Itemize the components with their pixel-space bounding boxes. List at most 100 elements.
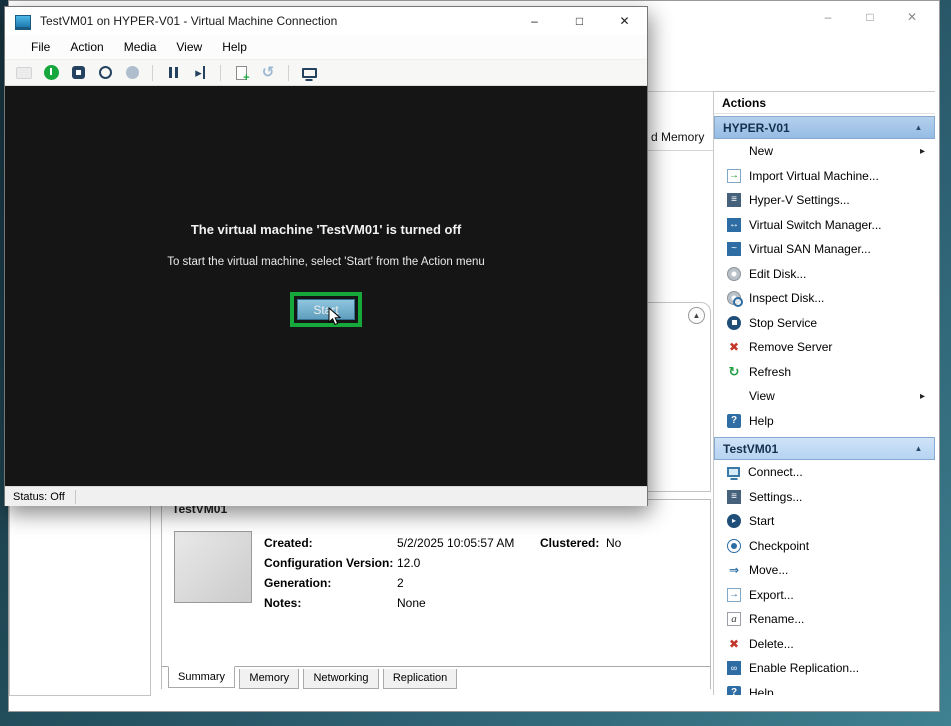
stop-service-icon (727, 316, 741, 330)
remove-server-icon: ✖ (727, 340, 741, 354)
toolbar-separator (220, 65, 221, 81)
tab-summary[interactable]: Summary (168, 666, 235, 688)
action-item-enable-replication[interactable]: ∞ Enable Replication... (714, 656, 935, 681)
move-icon: ⇒ (727, 563, 741, 577)
config-version-value: 12.0 (397, 556, 420, 572)
vm-status-bar: Status: Off (5, 486, 647, 506)
power-on-icon[interactable] (42, 64, 60, 82)
pause-icon[interactable] (164, 64, 182, 82)
vm-toolbar: ▸ ↺ (5, 59, 647, 86)
export-icon: → (727, 588, 741, 602)
window-title: TestVM01 on HYPER-V01 - Virtual Machine … (40, 14, 337, 28)
vm-title-bar[interactable]: TestVM01 on HYPER-V01 - Virtual Machine … (5, 7, 647, 35)
menu-media[interactable]: Media (114, 40, 167, 54)
group-header-label: TestVM01 (723, 442, 778, 456)
notes-value: None (397, 596, 426, 612)
actions-group-header-hyperv01[interactable]: HYPER-V01 ▲ (714, 116, 935, 139)
chevron-up-icon[interactable]: ▲ (911, 441, 926, 456)
close-icon[interactable]: ✕ (602, 7, 647, 35)
actions-pane: Actions HYPER-V01 ▲ New ▸ → Import Virtu… (713, 91, 935, 695)
action-item-refresh[interactable]: ↻ Refresh (714, 360, 935, 385)
action-item-checkpoint[interactable]: Checkpoint (714, 534, 935, 559)
vm-menu-bar: File Action Media View Help (5, 35, 647, 59)
help-icon: ? (727, 414, 741, 428)
action-item-import-vm[interactable]: → Import Virtual Machine... (714, 164, 935, 189)
action-item-rename[interactable]: a Rename... (714, 607, 935, 632)
action-item-remove-server[interactable]: ✖ Remove Server (714, 335, 935, 360)
action-item-export[interactable]: → Export... (714, 583, 935, 608)
rename-icon: a (727, 612, 741, 626)
detail-row: Notes: None (264, 596, 426, 612)
action-item-edit-disk[interactable]: Edit Disk... (714, 262, 935, 287)
tab-memory[interactable]: Memory (239, 669, 299, 689)
virtual-switch-icon: ↔ (727, 218, 741, 232)
vm-thumbnail[interactable] (174, 531, 252, 603)
maximize-icon[interactable]: □ (557, 7, 602, 35)
shutdown-icon[interactable] (96, 64, 114, 82)
minimize-icon[interactable]: – (807, 5, 849, 29)
revert-icon[interactable]: ↺ (259, 64, 277, 82)
action-item-delete[interactable]: ✖ Delete... (714, 632, 935, 657)
maximize-icon[interactable]: □ (849, 5, 891, 29)
action-item-virtual-san-manager[interactable]: ~ Virtual SAN Manager... (714, 237, 935, 262)
save-icon[interactable] (123, 64, 141, 82)
actions-pane-title: Actions (714, 92, 935, 114)
config-version-label: Configuration Version: (264, 556, 397, 572)
action-item-help-vm[interactable]: ? Help (714, 681, 935, 696)
action-item-inspect-disk[interactable]: Inspect Disk... (714, 286, 935, 311)
refresh-icon: ↻ (727, 365, 741, 379)
menu-action[interactable]: Action (60, 40, 113, 54)
help-icon: ? (727, 686, 741, 695)
checkpoint-icon (727, 539, 741, 553)
close-icon[interactable]: ✕ (891, 5, 933, 29)
vm-display-viewport: The virtual machine 'TestVM01' is turned… (5, 86, 647, 486)
action-item-start[interactable]: ▸ Start (714, 509, 935, 534)
settings-icon: ≡ (727, 490, 741, 504)
action-item-move[interactable]: ⇒ Move... (714, 558, 935, 583)
column-header-fragment: d Memory (651, 130, 704, 144)
action-item-virtual-switch-manager[interactable]: ↔ Virtual Switch Manager... (714, 213, 935, 238)
tab-replication[interactable]: Replication (383, 669, 457, 689)
menu-view[interactable]: View (166, 40, 212, 54)
generation-label: Generation: (264, 576, 397, 592)
actions-group-header-testvm01[interactable]: TestVM01 ▲ (714, 437, 935, 460)
action-item-help-server[interactable]: ? Help (714, 409, 935, 434)
chevron-up-icon[interactable]: ▲ (911, 120, 926, 135)
action-item-connect[interactable]: Connect... (714, 460, 935, 485)
turn-off-icon[interactable] (69, 64, 87, 82)
checkpoint-icon[interactable] (232, 64, 250, 82)
start-button-highlight: Start (290, 292, 362, 327)
edit-disk-icon (727, 267, 741, 281)
submenu-arrow-icon: ▸ (920, 146, 925, 157)
submenu-arrow-icon: ▸ (920, 391, 925, 402)
action-item-stop-service[interactable]: Stop Service (714, 311, 935, 336)
clustered-value: No (606, 536, 621, 550)
action-item-settings[interactable]: ≡ Settings... (714, 485, 935, 510)
vm-window-controls: – □ ✕ (512, 7, 647, 35)
virtual-san-icon: ~ (727, 242, 741, 256)
detail-row: Configuration Version: 12.0 (264, 556, 420, 572)
mouse-cursor-icon (328, 307, 341, 329)
action-item-view[interactable]: View ▸ (714, 384, 935, 409)
created-label: Created: (264, 536, 397, 552)
start-button[interactable]: Start (297, 299, 355, 320)
chevron-up-icon[interactable]: ▲ (688, 307, 705, 324)
step-icon[interactable]: ▸ (191, 64, 209, 82)
tab-networking[interactable]: Networking (303, 669, 378, 689)
action-item-hyperv-settings[interactable]: ≡ Hyper-V Settings... (714, 188, 935, 213)
start-icon: ▸ (727, 514, 741, 528)
connect-icon (727, 467, 740, 477)
created-value: 5/2/2025 10:05:57 AM (397, 536, 514, 552)
menu-help[interactable]: Help (212, 40, 257, 54)
vm-off-headline: The virtual machine 'TestVM01' is turned… (5, 86, 647, 237)
minimize-icon[interactable]: – (512, 7, 557, 35)
vm-connection-window: TestVM01 on HYPER-V01 - Virtual Machine … (4, 6, 648, 506)
action-item-new[interactable]: New ▸ (714, 139, 935, 164)
ctrl-alt-del-icon[interactable] (15, 64, 33, 82)
enhanced-session-icon[interactable] (300, 64, 318, 82)
vm-details-panel: TestVM01 Created: 5/2/2025 10:05:57 AM C… (161, 499, 711, 689)
menu-file[interactable]: File (21, 40, 60, 54)
vmconnect-app-icon (15, 15, 31, 28)
toolbar-separator (288, 65, 289, 81)
vm-list-panel (9, 498, 151, 696)
